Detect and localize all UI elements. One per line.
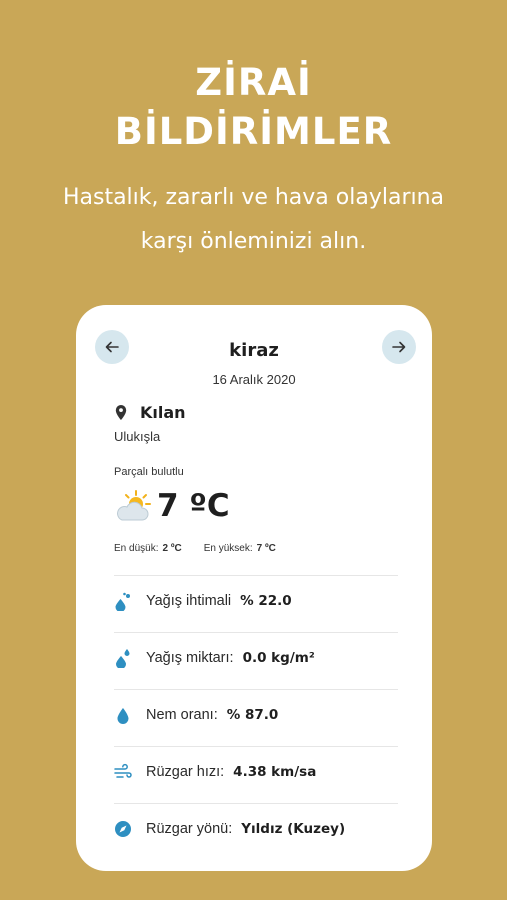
wind-icon — [114, 761, 132, 783]
forecast-date: 16 Aralık 2020 — [212, 372, 296, 387]
metric-value: % 87.0 — [226, 707, 279, 723]
metric-value: 4.38 km/sa — [233, 764, 317, 780]
divider — [114, 746, 398, 747]
metric-label: Nem oranı: — [146, 707, 218, 723]
promo-title: ZİRAİ BİLDİRİMLER — [0, 58, 507, 156]
metric-label: Yağış ihtimali — [146, 593, 232, 609]
metric-rain-chance: Yağış ihtimali % 22.0 — [114, 589, 292, 613]
promo-subtitle: Hastalık, zararlı ve hava olaylarına kar… — [0, 176, 507, 264]
next-button[interactable] — [382, 330, 416, 364]
divider — [114, 689, 398, 690]
metric-value: 0.0 kg/m² — [242, 650, 315, 666]
metric-label: Rüzgar hızı: — [146, 764, 225, 780]
max-temp-label: En yüksek: — [203, 543, 253, 554]
weather-card: kiraz 16 Aralık 2020 Kılan Ulukışla Parç… — [76, 305, 432, 871]
metric-wind-speed: Rüzgar hızı: 4.38 km/sa — [114, 760, 316, 784]
crop-name: kiraz — [229, 340, 279, 361]
humidity-icon — [114, 704, 132, 726]
temperature-row: 7 ºC — [114, 488, 230, 524]
district-name: Ulukışla — [114, 429, 161, 444]
metric-label: Rüzgar yönü: — [146, 821, 233, 837]
min-temp-label: En düşük: — [114, 543, 159, 554]
max-temp: En yüksek: 7 ºC — [204, 543, 276, 554]
temperature-value: 7 ºC — [157, 488, 230, 524]
metric-label: Yağış miktarı: — [146, 650, 234, 666]
min-temp: En düşük: 2 ºC — [114, 543, 182, 554]
weather-condition: Parçalı bulutlu — [114, 466, 184, 478]
rain-chance-icon — [114, 590, 132, 612]
promo-subtitle-line1: Hastalık, zararlı ve hava olaylarına — [62, 185, 445, 210]
metric-rain-amount: Yağış miktarı: 0.0 kg/m² — [114, 646, 315, 670]
divider — [114, 803, 398, 804]
location-pin-icon — [115, 404, 127, 421]
promo-subtitle-line2: karşı önleminizi alın. — [140, 229, 367, 254]
location-name: Kılan — [140, 403, 186, 422]
location-row: Kılan — [114, 403, 186, 422]
divider — [114, 632, 398, 633]
rain-amount-icon — [114, 647, 132, 669]
metric-value: % 22.0 — [240, 593, 292, 609]
min-temp-value: 2 ºC — [162, 543, 182, 554]
temperature-range: En düşük: 2 ºC En yüksek: 7 ºC — [114, 543, 276, 554]
max-temp-value: 7 ºC — [256, 543, 276, 554]
metric-value: Yıldız (Kuzey) — [241, 821, 346, 837]
partly-cloudy-icon — [117, 490, 151, 521]
arrow-right-icon — [392, 341, 406, 353]
promo-title-line1: ZİRAİ — [195, 61, 312, 104]
metric-wind-direction: Rüzgar yönü: Yıldız (Kuzey) — [114, 817, 345, 841]
divider — [114, 575, 398, 576]
compass-icon — [114, 818, 132, 840]
promo-title-line2: BİLDİRİMLER — [114, 110, 393, 153]
metric-humidity: Nem oranı: % 87.0 — [114, 703, 278, 727]
